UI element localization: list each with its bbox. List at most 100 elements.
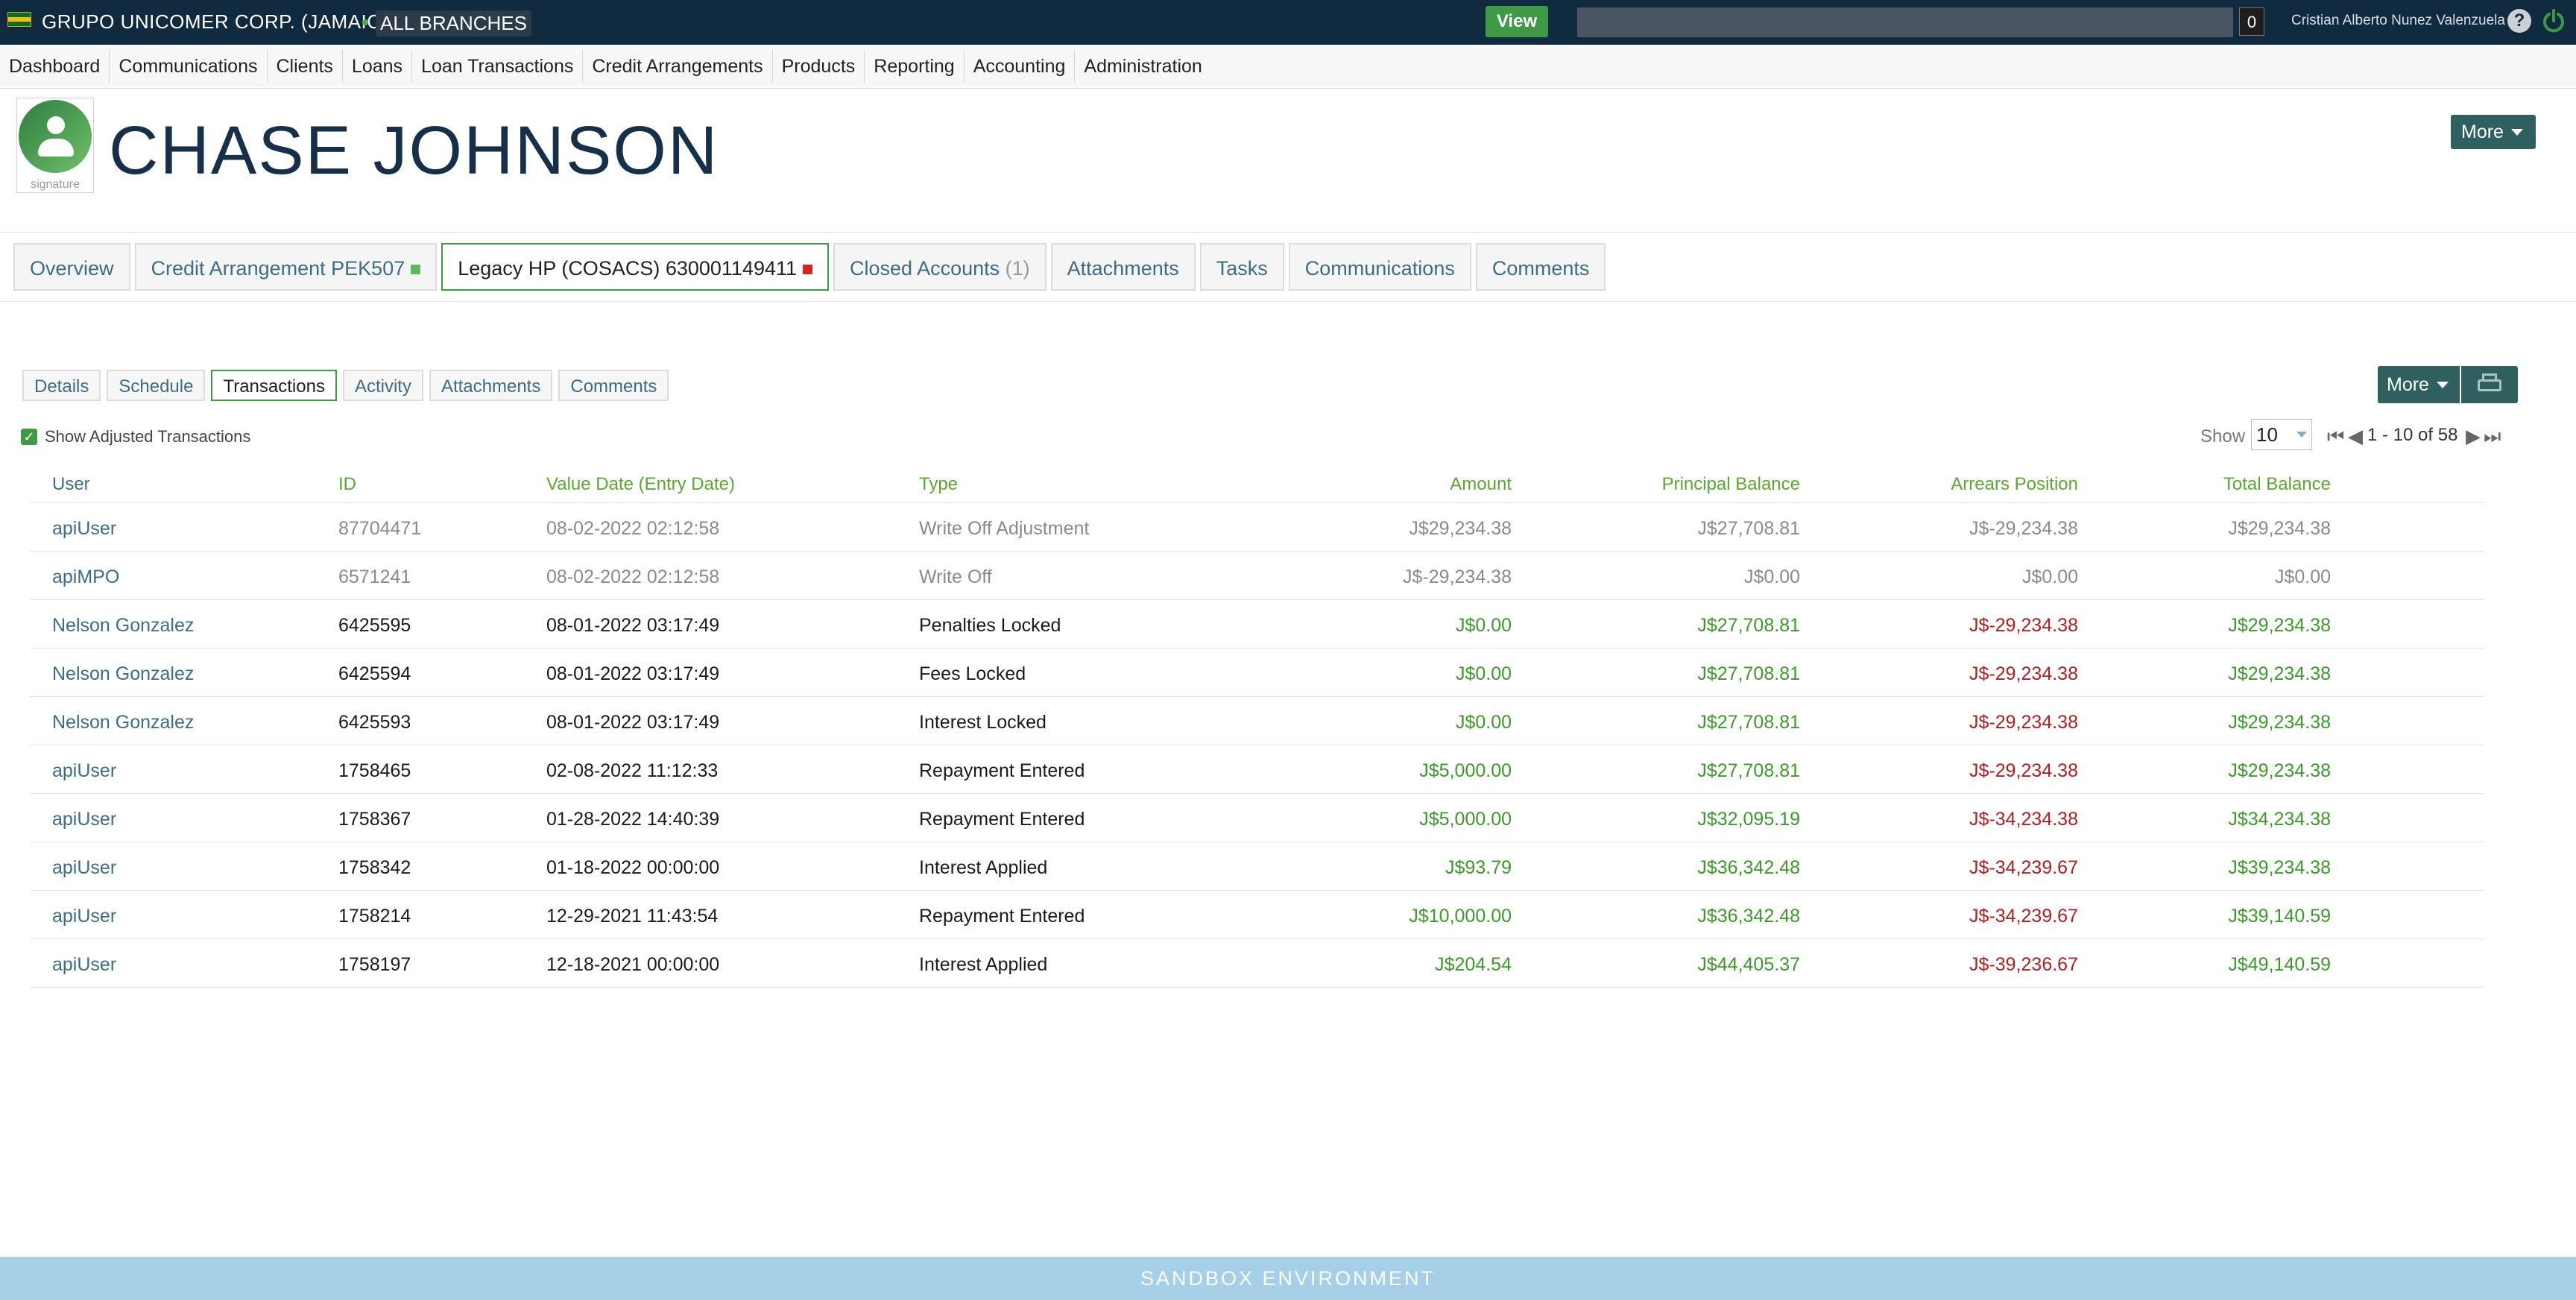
page-info: 1 - 10 of 58 bbox=[2367, 425, 2458, 445]
tab-overview[interactable]: Overview bbox=[13, 243, 130, 291]
top-bar: GRUPO UNICOMER CORP. (JAMAICA) ALL BRANC… bbox=[0, 0, 2576, 45]
last-page-icon[interactable]: ⏭ bbox=[2484, 425, 2501, 449]
table-row[interactable]: apiMPO 6571241 08-02-2022 02:12:58 Write… bbox=[30, 551, 2484, 599]
col-arrears-position[interactable]: Arrears Position bbox=[1951, 474, 2078, 495]
col-date[interactable]: Value Date (Entry Date) bbox=[546, 474, 735, 495]
cell-amount: J$10,000.00 bbox=[1409, 906, 1512, 927]
notification-counter[interactable]: 0 bbox=[2239, 7, 2264, 36]
cell-user[interactable]: Nelson Gonzalez bbox=[52, 663, 194, 685]
power-icon[interactable] bbox=[2540, 7, 2567, 34]
nav-products[interactable]: Products bbox=[773, 50, 865, 83]
subtab-activity[interactable]: Activity bbox=[342, 370, 423, 401]
tab-attachments[interactable]: Attachments bbox=[1050, 243, 1196, 291]
col-type[interactable]: Type bbox=[919, 474, 958, 495]
nav-credit-arrangements[interactable]: Credit Arrangements bbox=[583, 50, 773, 83]
cell-date: 01-28-2022 14:40:39 bbox=[546, 809, 720, 830]
cell-id: 6425593 bbox=[338, 712, 411, 733]
cell-user[interactable]: Nelson Gonzalez bbox=[52, 615, 194, 637]
cell-user[interactable]: apiUser bbox=[52, 809, 116, 830]
cell-amount: J$-29,234.38 bbox=[1403, 567, 1512, 587]
view-button[interactable]: View bbox=[1486, 6, 1548, 37]
tab-legacy-hp[interactable]: Legacy HP (COSACS) 630001149411 bbox=[441, 243, 830, 291]
divider bbox=[0, 301, 2576, 302]
cell-user[interactable]: apiUser bbox=[52, 518, 116, 540]
cell-type: Repayment Entered bbox=[919, 760, 1085, 781]
col-user[interactable]: User bbox=[52, 474, 90, 495]
nav-dashboard[interactable]: Dashboard bbox=[0, 50, 110, 83]
cell-date: 08-01-2022 03:17:49 bbox=[546, 663, 720, 684]
nav-administration[interactable]: Administration bbox=[1075, 50, 1210, 83]
cell-arrears: J$-34,234.38 bbox=[1969, 809, 2078, 830]
transactions-table: User ID Value Date (Entry Date) Type Amo… bbox=[30, 468, 2484, 988]
client-avatar[interactable]: signature bbox=[16, 98, 94, 193]
table-row[interactable]: apiUser 1758197 12-18-2021 00:00:00 Inte… bbox=[30, 938, 2484, 988]
col-principal-balance[interactable]: Principal Balance bbox=[1662, 474, 1800, 495]
cell-user[interactable]: apiUser bbox=[52, 857, 116, 879]
branch-selector[interactable]: ALL BRANCHES bbox=[376, 10, 531, 37]
prev-page-icon[interactable]: ◀ bbox=[2348, 425, 2363, 448]
nav-reporting[interactable]: Reporting bbox=[865, 50, 965, 83]
table-row[interactable]: apiUser 1758367 01-28-2022 14:40:39 Repa… bbox=[30, 793, 2484, 842]
subtab-transactions[interactable]: Transactions bbox=[211, 370, 337, 401]
cell-user[interactable]: apiUser bbox=[52, 954, 116, 976]
tab-comments[interactable]: Comments bbox=[1475, 243, 1606, 291]
main-nav: Dashboard Communications Clients Loans L… bbox=[0, 45, 2576, 89]
page-size-select[interactable]: 10 bbox=[2251, 419, 2312, 450]
col-id[interactable]: ID bbox=[338, 474, 356, 495]
tab-label: Legacy HP (COSACS) 630001149411 bbox=[458, 257, 798, 280]
table-row[interactable]: Nelson Gonzalez 6425595 08-01-2022 03:17… bbox=[30, 599, 2484, 648]
nav-loan-transactions[interactable]: Loan Transactions bbox=[412, 50, 584, 83]
table-row[interactable]: apiUser 1758214 12-29-2021 11:43:54 Repa… bbox=[30, 890, 2484, 938]
col-amount[interactable]: Amount bbox=[1450, 474, 1512, 495]
subtab-comments[interactable]: Comments bbox=[558, 370, 669, 401]
table-row[interactable]: Nelson Gonzalez 6425594 08-01-2022 03:17… bbox=[30, 648, 2484, 696]
subtab-schedule[interactable]: Schedule bbox=[107, 370, 206, 401]
next-page-icon[interactable]: ▶ bbox=[2466, 425, 2481, 448]
status-dot-icon bbox=[362, 19, 368, 25]
cell-id: 1758214 bbox=[338, 906, 411, 927]
tab-label: Overview bbox=[30, 257, 114, 280]
cell-amount: J$93.79 bbox=[1445, 857, 1512, 878]
col-total-balance[interactable]: Total Balance bbox=[2223, 474, 2331, 495]
table-row[interactable]: apiUser 1758342 01-18-2022 00:00:00 Inte… bbox=[30, 842, 2484, 890]
first-page-icon[interactable]: ⏮ bbox=[2327, 425, 2344, 449]
print-button[interactable] bbox=[2461, 366, 2518, 403]
cell-user[interactable]: apiUser bbox=[52, 760, 116, 782]
caret-down-icon bbox=[2510, 129, 2523, 136]
nav-communications[interactable]: Communications bbox=[110, 50, 268, 83]
cell-id: 1758367 bbox=[338, 809, 411, 830]
nav-accounting[interactable]: Accounting bbox=[965, 50, 1076, 83]
user-name[interactable]: Cristian Alberto Nunez Valenzuela bbox=[2291, 13, 2505, 29]
subtab-attachments[interactable]: Attachments bbox=[429, 370, 553, 401]
client-more-button[interactable]: More bbox=[2451, 115, 2536, 149]
cell-total: J$29,234.38 bbox=[2228, 615, 2331, 636]
table-row[interactable]: apiUser 87704471 08-02-2022 02:12:58 Wri… bbox=[30, 502, 2484, 551]
cell-user[interactable]: Nelson Gonzalez bbox=[52, 712, 194, 733]
transactions-more-button[interactable]: More bbox=[2378, 366, 2460, 403]
tab-communications[interactable]: Communications bbox=[1288, 243, 1471, 291]
show-adjusted-checkbox[interactable]: ✓ bbox=[21, 429, 37, 445]
tab-closed-accounts[interactable]: Closed Accounts (1) bbox=[833, 243, 1046, 291]
cell-date: 12-18-2021 00:00:00 bbox=[546, 954, 720, 975]
nav-clients[interactable]: Clients bbox=[268, 50, 343, 83]
cell-user[interactable]: apiMPO bbox=[52, 567, 119, 588]
cell-amount: J$204.54 bbox=[1435, 954, 1512, 975]
table-row[interactable]: Nelson Gonzalez 6425593 08-01-2022 03:17… bbox=[30, 696, 2484, 745]
nav-loans[interactable]: Loans bbox=[343, 50, 413, 83]
cell-date: 08-01-2022 03:17:49 bbox=[546, 712, 720, 733]
table-row[interactable]: apiUser 1758465 02-08-2022 11:12:33 Repa… bbox=[30, 745, 2484, 793]
tab-credit-arrangement[interactable]: Credit Arrangement PEK507 bbox=[134, 243, 438, 291]
help-icon[interactable]: ? bbox=[2507, 9, 2531, 33]
signature-label[interactable]: signature bbox=[17, 178, 93, 192]
more-label: More bbox=[2387, 373, 2429, 395]
cell-total: J$34,234.38 bbox=[2228, 809, 2331, 830]
cell-id: 6571241 bbox=[338, 567, 411, 587]
cell-principal: J$27,708.81 bbox=[1697, 615, 1800, 636]
tab-label: Communications bbox=[1304, 257, 1455, 280]
more-label: More bbox=[2461, 121, 2504, 142]
subtab-details[interactable]: Details bbox=[22, 370, 101, 401]
tab-tasks[interactable]: Tasks bbox=[1199, 243, 1284, 291]
global-search-input[interactable] bbox=[1577, 7, 2233, 37]
cell-user[interactable]: apiUser bbox=[52, 906, 116, 927]
client-name-title: CHASE JOHNSON bbox=[109, 113, 719, 189]
